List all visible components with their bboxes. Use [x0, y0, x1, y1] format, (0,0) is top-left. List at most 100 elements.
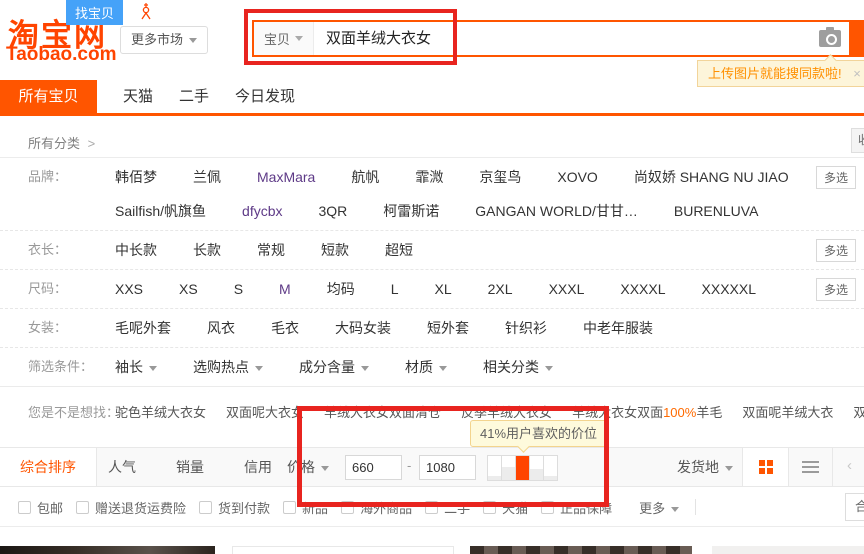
filter-option[interactable]: Sailfish/帆旗鱼 [115, 202, 206, 220]
filter-option[interactable]: 3QR [319, 202, 348, 220]
suggestion-link[interactable]: 驼色羊绒大衣女 [115, 402, 206, 421]
filter-option[interactable]: XS [179, 280, 198, 298]
ship-from-dropdown[interactable]: 发货地 [677, 448, 733, 486]
filter-option[interactable]: XXXXXL [702, 280, 756, 298]
filter-option[interactable]: 长款 [193, 241, 221, 259]
checkbox[interactable] [341, 501, 354, 514]
filter-option[interactable]: 中老年服装 [583, 319, 653, 337]
filter-option[interactable]: 袖长 [115, 358, 157, 376]
checkbox[interactable] [76, 501, 89, 514]
collapse-filters-button[interactable]: 收起 [851, 128, 864, 153]
sort-comprehensive[interactable]: 综合排序 [0, 448, 97, 486]
close-icon[interactable]: × [853, 66, 861, 81]
product-card[interactable] [232, 546, 454, 554]
filter-option[interactable]: 成分含量 [299, 358, 369, 376]
search-category-dropdown[interactable]: 宝贝 [254, 22, 314, 55]
camera-icon[interactable] [819, 30, 841, 47]
multi-select-button[interactable]: 多选 [816, 239, 856, 262]
histogram-bar[interactable] [487, 455, 502, 481]
checkbox[interactable] [425, 501, 438, 514]
filter-option[interactable]: 短款 [321, 241, 349, 259]
product-card[interactable] [712, 546, 864, 554]
filter-option[interactable]: XXXL [549, 280, 585, 298]
suggestion-link[interactable]: 羊绒大衣女双面100%羊毛 [572, 402, 722, 421]
filter-option[interactable]: 相关分类 [483, 358, 553, 376]
filter-option[interactable]: 航帆 [351, 168, 379, 186]
tab-today-discover[interactable]: 今日发现 [235, 80, 295, 113]
filter-option[interactable]: 均码 [327, 280, 355, 298]
checkbox[interactable] [541, 501, 554, 514]
checkbox-item[interactable]: 新品 [283, 498, 328, 517]
tab-second-hand[interactable]: 二手 [179, 80, 209, 113]
filter-option[interactable]: 柯雷斯诺 [383, 202, 439, 220]
filter-option[interactable]: L [391, 280, 399, 298]
histogram-bar[interactable] [501, 455, 516, 481]
tab-all-items[interactable]: 所有宝贝 [0, 80, 97, 113]
price-max-input[interactable] [419, 455, 476, 480]
checkbox[interactable] [283, 501, 296, 514]
price-histogram[interactable] [488, 455, 558, 481]
histogram-bar[interactable] [543, 455, 558, 481]
product-card[interactable] [0, 546, 215, 554]
filter-option[interactable]: 2XL [488, 280, 513, 298]
filter-option[interactable]: 中长款 [115, 241, 157, 259]
checkbox-item[interactable]: 海外商品 [341, 498, 412, 517]
collapse-sidebar-icon[interactable]: ‹ [847, 448, 852, 486]
filter-option[interactable]: 短外套 [427, 319, 469, 337]
filter-option[interactable]: 尚奴娇 SHANG NU JIAO [634, 168, 789, 186]
product-card[interactable] [470, 546, 692, 554]
filter-option[interactable]: GANGAN WORLD/甘甘… [475, 202, 638, 220]
filter-option[interactable]: MaxMara [257, 168, 315, 186]
checkbox-item[interactable]: 赠送退货运费险 [76, 498, 186, 517]
filter-option[interactable]: 毛衣 [271, 319, 299, 337]
checkbox[interactable] [483, 501, 496, 514]
find-item-badge[interactable]: 找宝贝 [66, 0, 123, 25]
filter-option[interactable]: 针织衫 [505, 319, 547, 337]
list-view-button[interactable] [789, 448, 833, 486]
checkbox[interactable] [18, 501, 31, 514]
checkbox-item[interactable]: 货到付款 [199, 498, 270, 517]
filter-option[interactable]: 材质 [405, 358, 447, 376]
checkbox-item[interactable]: 正品保障 [541, 498, 612, 517]
histogram-bar[interactable] [515, 455, 530, 481]
suggestion-link[interactable]: 羊绒大衣女双面清仓 [324, 402, 441, 421]
multi-select-button[interactable]: 多选 [816, 166, 856, 189]
checkbox[interactable] [199, 501, 212, 514]
filter-option[interactable]: 大码女装 [335, 319, 391, 337]
breadcrumb[interactable]: 所有分类 > [28, 133, 95, 152]
tab-tmall[interactable]: 天猫 [123, 80, 153, 113]
search-button[interactable] [849, 22, 862, 55]
filter-option[interactable]: XXXXL [620, 280, 665, 298]
checkbox-item[interactable]: 天猫 [483, 498, 528, 517]
sort-price[interactable]: 价格 [287, 448, 329, 486]
grid-view-button[interactable] [742, 448, 789, 486]
checkbox-item[interactable]: 包邮 [18, 498, 63, 517]
suggestion-link[interactable]: 反季羊绒大衣女 [461, 402, 552, 421]
filter-option[interactable]: 超短 [385, 241, 413, 259]
filter-option[interactable]: XXS [115, 280, 143, 298]
histogram-bar[interactable] [529, 455, 544, 481]
filter-option[interactable]: 京玺鸟 [479, 168, 521, 186]
multi-select-button[interactable]: 多选 [816, 278, 856, 301]
sort-credit[interactable]: 信用 [228, 448, 288, 486]
more-filters-dropdown[interactable]: 更多 [639, 498, 679, 517]
price-min-input[interactable] [345, 455, 402, 480]
suggestion-link[interactable]: 双面绒大衣女 [853, 402, 864, 421]
sort-popularity[interactable]: 人气 [92, 448, 152, 486]
search-input[interactable]: 双面羊绒大衣女 [314, 22, 819, 55]
filter-option[interactable]: 韩佰梦 [115, 168, 157, 186]
suggestion-link[interactable]: 双面呢大衣女 [226, 402, 304, 421]
filter-option[interactable]: XL [435, 280, 452, 298]
merge-same-items-button[interactable]: 合并 [845, 493, 864, 521]
filter-option[interactable]: dfycbx [242, 202, 282, 220]
checkbox-item[interactable]: 二手 [425, 498, 470, 517]
filter-option[interactable]: 霏溦 [415, 168, 443, 186]
filter-option[interactable]: M [279, 280, 291, 298]
filter-option[interactable]: 常规 [257, 241, 285, 259]
filter-option[interactable]: 毛呢外套 [115, 319, 171, 337]
filter-option[interactable]: 兰佩 [193, 168, 221, 186]
filter-option[interactable]: BURENLUVA [674, 202, 759, 220]
taobao-logo-en[interactable]: Taobao.com [6, 44, 117, 66]
filter-option[interactable]: XOVO [557, 168, 597, 186]
sort-sales[interactable]: 销量 [160, 448, 220, 486]
